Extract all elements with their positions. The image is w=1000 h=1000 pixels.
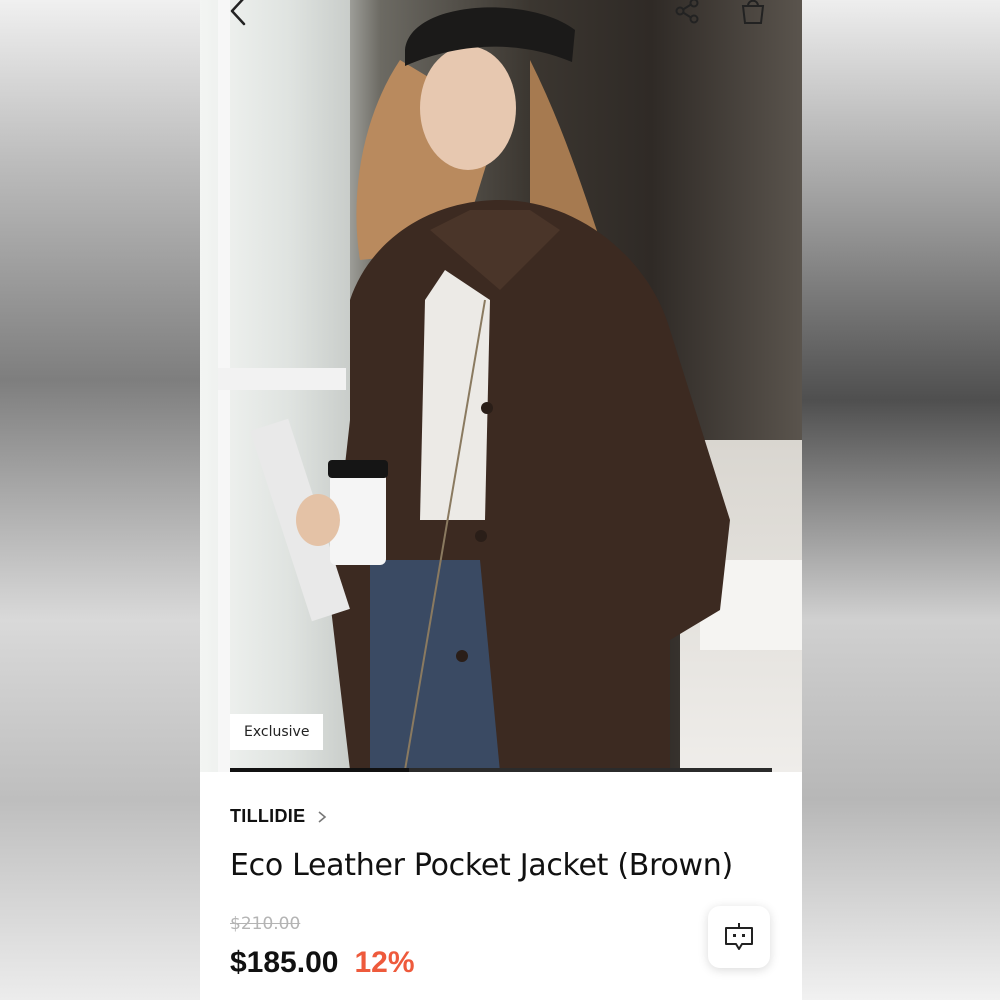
blurred-background-right — [802, 0, 1000, 1000]
chat-button[interactable] — [708, 906, 770, 968]
shopping-bag-icon — [741, 0, 765, 24]
share-button[interactable] — [670, 0, 704, 28]
image-progress-fill — [230, 768, 409, 772]
exclusive-badge: Exclusive — [230, 714, 324, 750]
back-button[interactable] — [222, 0, 256, 28]
chevron-left-icon — [230, 0, 246, 26]
product-image[interactable]: Exclusive — [200, 0, 802, 772]
chat-bot-icon — [725, 923, 753, 950]
sale-price: $185.00 — [230, 946, 339, 979]
product-title: Eco Leather Pocket Jacket (Brown) — [230, 848, 733, 883]
chevron-right-icon — [318, 810, 327, 823]
image-progress-track — [230, 768, 772, 772]
original-price: $210.00 — [230, 914, 301, 934]
cart-button[interactable] — [736, 0, 770, 28]
share-icon — [675, 0, 699, 24]
brand-link[interactable]: TILLIDIE — [230, 806, 329, 827]
blurred-background-left — [0, 0, 200, 1000]
model-photo — [250, 7, 730, 772]
brand-name: TILLIDIE — [230, 806, 306, 826]
discount-rate: 12% — [354, 946, 415, 979]
price-row: $185.00 12% — [230, 946, 415, 980]
product-screen: Exclusive TILLIDIE Eco Leather Pocket Ja… — [200, 0, 802, 1000]
